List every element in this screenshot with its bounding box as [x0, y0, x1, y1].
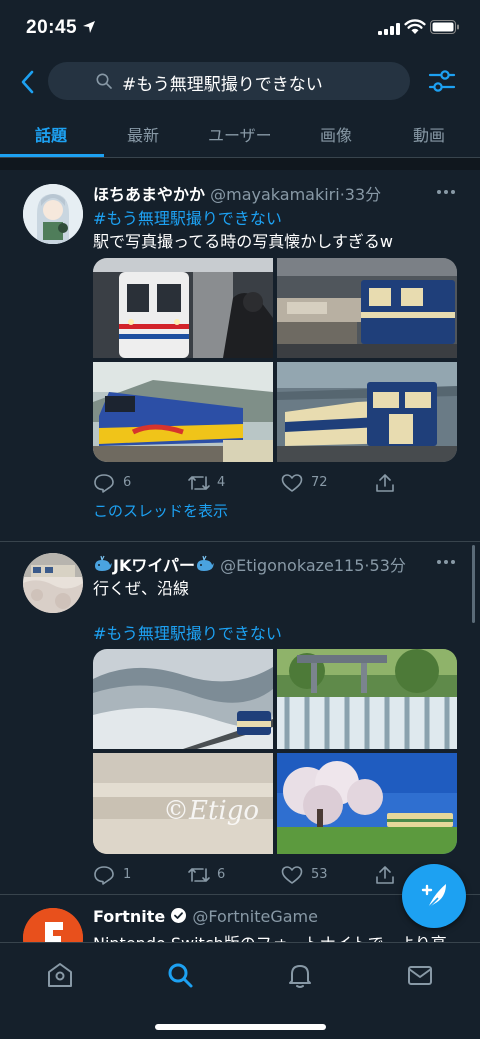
tweet-card[interactable]: ほちあまやかか @mayakamakiri·33分 #もう無理駅撮りできない 駅…: [0, 170, 480, 542]
whale-emoji-icon: [197, 555, 215, 571]
fortnite-logo-icon: [23, 908, 83, 942]
search-query[interactable]: #もう無理駅撮りできない: [122, 70, 323, 95]
home-indicator: [155, 1024, 326, 1030]
media-photo-2[interactable]: [277, 649, 457, 749]
avatar-photo: [23, 553, 83, 613]
section-separator: [0, 158, 480, 170]
like-count: 53: [311, 867, 328, 882]
filter-sliders-icon[interactable]: [428, 68, 456, 94]
compose-tweet-button[interactable]: [402, 864, 466, 928]
tweet-actions: 1 6 53: [93, 864, 394, 886]
heart-icon: [281, 474, 303, 492]
tweet-header: Fortnite @FortniteGame: [93, 907, 318, 926]
reply-count: 6: [123, 475, 132, 490]
retweet-count: 4: [217, 475, 226, 490]
tab-trending[interactable]: 話題: [35, 122, 67, 146]
avatar-illustration: [23, 184, 83, 244]
cellular-signal-icon: [378, 23, 400, 35]
whale-emoji-icon: [95, 555, 112, 571]
reply-count: 1: [123, 867, 132, 882]
like-count: 72: [311, 475, 328, 490]
hashtag-link[interactable]: #もう無理駅撮りできない: [93, 209, 282, 228]
media-photo-4[interactable]: [277, 753, 457, 854]
display-name[interactable]: ほちあまやかか: [93, 185, 205, 204]
search-icon[interactable]: [164, 959, 196, 991]
tweet-text: Nintendo Switch版のフォートナイトで、より高: [93, 930, 447, 942]
home-icon[interactable]: [44, 959, 76, 991]
tweet-time: 53分: [369, 556, 406, 575]
scrollbar-thumb[interactable]: [472, 545, 475, 623]
tab-users[interactable]: ユーザー: [208, 122, 272, 146]
messages-envelope-icon[interactable]: [404, 959, 436, 991]
retweet-count: 6: [217, 867, 226, 882]
show-thread-link[interactable]: このスレッドを表示: [93, 500, 228, 521]
tweet-header: ほちあまやかか @mayakamakiri·33分: [93, 185, 382, 204]
avatar[interactable]: [23, 553, 83, 613]
share-icon: [376, 474, 394, 492]
share-icon: [376, 866, 394, 884]
user-handle: @mayakamakiri: [210, 185, 340, 204]
user-handle: @Etigonokaze115: [220, 556, 365, 575]
hashtag-link[interactable]: #もう無理駅撮りできない: [93, 624, 282, 643]
tweet-text: 駅で写真撮ってる時の写真懐かしすぎるw: [93, 232, 393, 251]
active-tab-indicator: [0, 154, 104, 157]
battery-icon: [430, 20, 459, 34]
compose-feather-icon: [421, 884, 446, 909]
media-photo-3[interactable]: ©Etigo: [93, 753, 273, 854]
reply-icon: [94, 474, 114, 493]
avatar[interactable]: [23, 184, 83, 244]
media-photo-2[interactable]: [277, 258, 457, 358]
notifications-bell-icon[interactable]: [284, 959, 316, 991]
display-name[interactable]: JKワイパー: [113, 556, 195, 575]
heart-icon: [281, 866, 303, 884]
media-photo-1[interactable]: [93, 258, 273, 358]
wifi-icon: [404, 19, 426, 34]
search-tabs: 話題 最新 ユーザー 画像 動画: [0, 112, 480, 158]
retweet-icon: [188, 476, 210, 490]
tweet-header: JKワイパー @Etigonokaze115·53分: [93, 552, 406, 576]
search-icon: [96, 73, 112, 89]
back-arrow-icon[interactable]: [16, 68, 40, 96]
tab-images[interactable]: 画像: [320, 122, 352, 146]
reply-icon: [94, 866, 114, 885]
more-options-icon[interactable]: [436, 188, 456, 196]
location-arrow-icon: [83, 21, 95, 33]
verified-badge-icon: [171, 908, 187, 923]
media-photo-1[interactable]: [93, 649, 273, 749]
tweet-actions: 6 4 72: [93, 472, 394, 494]
photo-watermark: ©Etigo: [163, 796, 259, 826]
avatar[interactable]: [23, 908, 83, 942]
display-name[interactable]: Fortnite: [93, 907, 165, 926]
media-photo-3[interactable]: [93, 362, 273, 462]
status-bar: 20:45: [0, 0, 480, 58]
tweet-text: 行くぜ、沿線: [93, 579, 190, 598]
tab-videos[interactable]: 動画: [413, 122, 445, 146]
search-header: #もう無理駅撮りできない: [0, 60, 480, 104]
status-time: 20:45: [26, 17, 78, 38]
more-options-icon[interactable]: [436, 558, 456, 566]
tweet-media-grid: ©Etigo: [93, 649, 457, 854]
search-field[interactable]: #もう無理駅撮りできない: [48, 62, 410, 100]
media-photo-4[interactable]: [277, 362, 457, 462]
retweet-icon: [188, 868, 210, 882]
tab-latest[interactable]: 最新: [127, 122, 159, 146]
tweet-time: 33分: [344, 185, 382, 204]
tweet-card[interactable]: JKワイパー @Etigonokaze115·53分 行くぜ、沿線 #もう無理駅…: [0, 542, 480, 895]
user-handle: @FortniteGame: [192, 907, 318, 926]
tweet-media-grid: [93, 258, 457, 462]
